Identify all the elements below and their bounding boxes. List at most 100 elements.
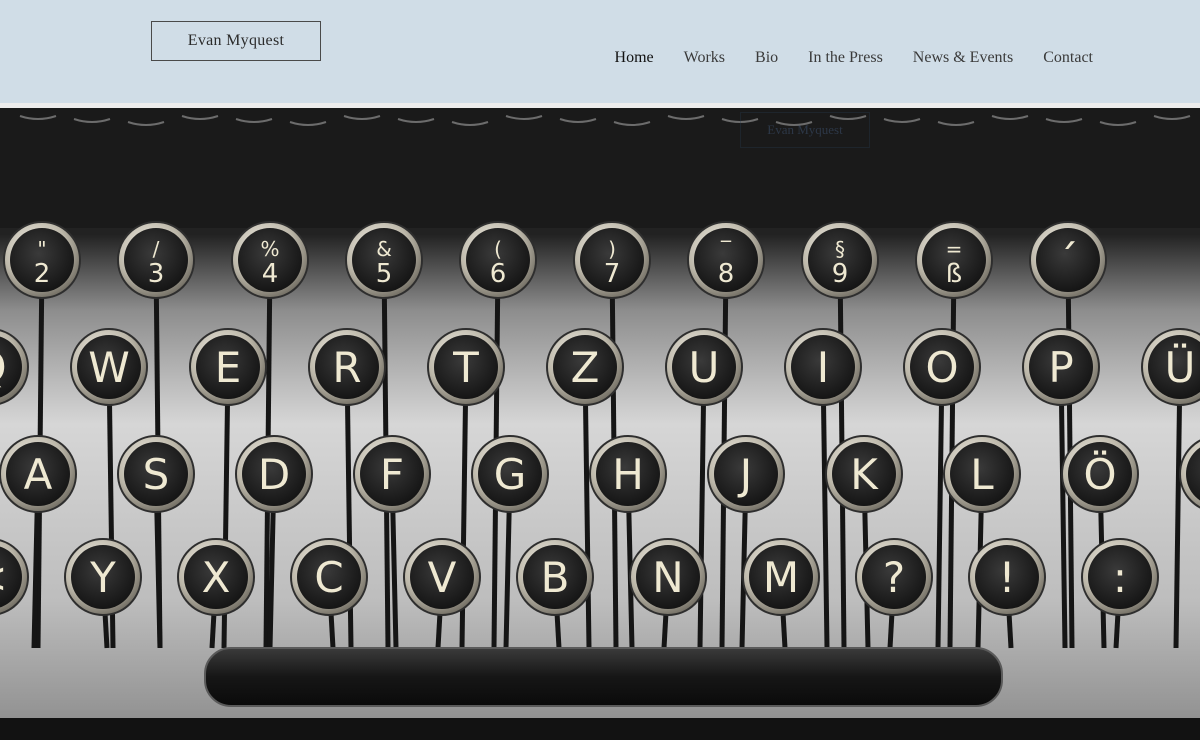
key-glyph: 8 bbox=[718, 259, 735, 289]
typewriter-key: /3 bbox=[117, 221, 195, 299]
key-glyph: Ü bbox=[1165, 342, 1196, 392]
key-glyph: R bbox=[332, 343, 361, 392]
typewriter-key: H bbox=[589, 435, 667, 513]
nav-home[interactable]: Home bbox=[615, 49, 654, 67]
key-glyph: E bbox=[215, 343, 242, 392]
key-glyph: I bbox=[817, 343, 829, 392]
typewriter-bottom-rail bbox=[0, 718, 1200, 740]
key-glyph: C bbox=[314, 553, 343, 602]
typewriter-key: Z bbox=[546, 328, 624, 406]
typewriter-key: J bbox=[707, 435, 785, 513]
key-glyph: ß bbox=[946, 259, 962, 289]
site-logo-button[interactable]: Evan Myquest bbox=[151, 21, 321, 61]
typewriter-key: X bbox=[177, 538, 255, 616]
typewriter-key: L bbox=[943, 435, 1021, 513]
typewriter-key: S bbox=[117, 435, 195, 513]
typewriter-key: =ß bbox=[915, 221, 993, 299]
typewriter-key: C bbox=[290, 538, 368, 616]
key-glyph: 2 bbox=[34, 259, 51, 289]
main-nav: Home Works Bio In the Press News & Event… bbox=[615, 49, 1093, 67]
nav-contact[interactable]: Contact bbox=[1043, 49, 1093, 67]
key-glyph: 5 bbox=[376, 259, 393, 289]
key-glyph: 9 bbox=[832, 259, 849, 289]
key-glyph: ? bbox=[883, 553, 905, 602]
key-glyph: A bbox=[24, 450, 53, 499]
key-glyph: 4 bbox=[262, 259, 279, 289]
key-shift-glyph: & bbox=[376, 237, 392, 261]
typewriter-key: ‾8 bbox=[687, 221, 765, 299]
typewriter-key: G bbox=[471, 435, 549, 513]
key-glyph: K bbox=[850, 450, 879, 499]
typewriter-key: V bbox=[403, 538, 481, 616]
key-glyph: : bbox=[1113, 553, 1127, 602]
typewriter-key: P bbox=[1022, 328, 1100, 406]
typewriter-key: "2 bbox=[3, 221, 81, 299]
typewriter-key: )7 bbox=[573, 221, 651, 299]
typewriter-key: &5 bbox=[345, 221, 423, 299]
typewriter-key: I bbox=[784, 328, 862, 406]
typewriter-key: M bbox=[742, 538, 820, 616]
key-shift-glyph: ‾ bbox=[720, 237, 732, 261]
key-shift-glyph: = bbox=[946, 237, 963, 261]
key-glyph: ! bbox=[999, 553, 1016, 602]
typewriter-key: Y bbox=[64, 538, 142, 616]
typewriter-key: R bbox=[308, 328, 386, 406]
typewriter-key: T bbox=[427, 328, 505, 406]
typewriter-key: (6 bbox=[459, 221, 537, 299]
key-glyph: M bbox=[763, 553, 799, 602]
typewriter-key: ´ bbox=[1029, 221, 1107, 299]
key-glyph: P bbox=[1048, 343, 1073, 392]
key-shift-glyph: ( bbox=[494, 237, 502, 261]
key-shift-glyph: / bbox=[153, 237, 160, 261]
nav-in-the-press[interactable]: In the Press bbox=[808, 49, 883, 67]
key-glyph: J bbox=[737, 450, 752, 499]
key-glyph: Y bbox=[89, 553, 116, 602]
key-glyph: T bbox=[452, 343, 479, 392]
key-glyph: 3 bbox=[148, 259, 165, 289]
key-glyph: G bbox=[494, 450, 527, 499]
nav-news-events[interactable]: News & Events bbox=[913, 49, 1013, 67]
typewriter-key: E bbox=[189, 328, 267, 406]
typewriter-key: F bbox=[353, 435, 431, 513]
typewriter-key: D bbox=[235, 435, 313, 513]
key-glyph: 6 bbox=[490, 259, 507, 289]
typewriter-key: K bbox=[825, 435, 903, 513]
typewriter-key: ? bbox=[855, 538, 933, 616]
key-shift-glyph: ) bbox=[608, 237, 616, 261]
typewriter-key: §9 bbox=[801, 221, 879, 299]
typewriter-key: ! bbox=[968, 538, 1046, 616]
key-glyph: ´ bbox=[1058, 236, 1079, 285]
key-glyph: Ö bbox=[1083, 449, 1116, 499]
typewriter-key: : bbox=[1081, 538, 1159, 616]
key-glyph: B bbox=[541, 553, 570, 602]
key-shift-glyph: " bbox=[37, 237, 46, 261]
key-shift-glyph: § bbox=[835, 237, 845, 261]
nav-works[interactable]: Works bbox=[684, 49, 725, 67]
key-glyph: H bbox=[612, 450, 644, 499]
site-header: Evan Myquest Home Works Bio In the Press… bbox=[0, 0, 1200, 103]
key-glyph: W bbox=[88, 343, 130, 392]
key-glyph: < bbox=[0, 553, 8, 602]
typewriter-key: W bbox=[70, 328, 148, 406]
key-shift-glyph: % bbox=[260, 237, 279, 261]
key-glyph: N bbox=[652, 553, 683, 602]
typewriter-key: U bbox=[665, 328, 743, 406]
nav-bio[interactable]: Bio bbox=[755, 49, 778, 67]
key-glyph: D bbox=[258, 450, 290, 499]
key-glyph: U bbox=[689, 343, 720, 392]
key-glyph: V bbox=[428, 553, 457, 602]
key-glyph: O bbox=[925, 343, 958, 392]
key-glyph: F bbox=[380, 450, 404, 499]
typewriter-key: N bbox=[629, 538, 707, 616]
typewriter-key: Ö bbox=[1061, 435, 1139, 513]
key-glyph: S bbox=[143, 450, 170, 499]
typewriter-key: A bbox=[0, 435, 77, 513]
key-glyph: X bbox=[202, 553, 231, 602]
typewriter-key: %4 bbox=[231, 221, 309, 299]
hero-typewriter-image: "2/3%4&5(6)7‾8§9=ß´QWERTZUIOPÜASDFGHJKLÖ… bbox=[0, 108, 1200, 740]
ghost-logo-overlay: Evan Myquest bbox=[740, 112, 870, 148]
typewriter-top-panel bbox=[0, 108, 1200, 228]
typewriter-key: B bbox=[516, 538, 594, 616]
key-glyph: Q bbox=[0, 343, 7, 392]
key-glyph: Z bbox=[571, 343, 600, 392]
